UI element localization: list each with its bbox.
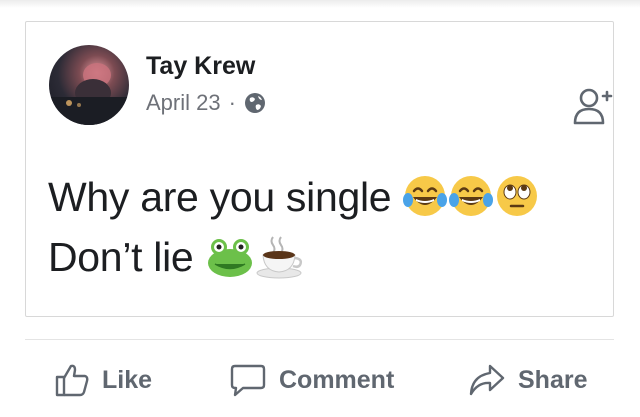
post-line-2: Don’t lie	[48, 227, 593, 287]
post-text: Why are you single Don’t lie	[48, 167, 593, 287]
add-friend-icon[interactable]	[573, 85, 613, 127]
avatar[interactable]	[49, 45, 129, 125]
coffee-emoji-icon	[256, 236, 302, 279]
comment-icon	[230, 364, 266, 397]
share-label: Share	[518, 365, 588, 394]
like-label: Like	[102, 365, 153, 394]
post-date[interactable]: April 23	[146, 90, 221, 116]
thumbs-up-icon	[55, 364, 89, 397]
post-line-1: Why are you single	[48, 167, 593, 227]
laughing-tears-emoji-icon	[403, 176, 448, 217]
action-bar: Like Comment Share	[0, 355, 640, 407]
meta-separator: ·	[228, 90, 236, 115]
post-line-2-text: Don’t lie	[48, 234, 205, 280]
post-meta: April 23 ·	[146, 90, 266, 116]
eye-roll-emoji-icon	[497, 176, 538, 217]
like-button[interactable]: Like	[54, 355, 152, 405]
frog-emoji-icon	[207, 239, 252, 278]
post-card: Tay Krew April 23 · Why are you single D…	[25, 21, 614, 317]
author-name[interactable]: Tay Krew	[146, 52, 255, 81]
share-button[interactable]: Share	[468, 355, 587, 405]
comment-button[interactable]: Comment	[229, 355, 394, 405]
share-icon	[469, 364, 505, 396]
comment-label: Comment	[279, 365, 395, 394]
post-line-1-text: Why are you single	[48, 174, 403, 220]
laughing-tears-emoji-icon	[449, 176, 494, 217]
top-shade	[0, 0, 640, 8]
divider	[25, 339, 614, 340]
globe-icon	[244, 93, 265, 113]
